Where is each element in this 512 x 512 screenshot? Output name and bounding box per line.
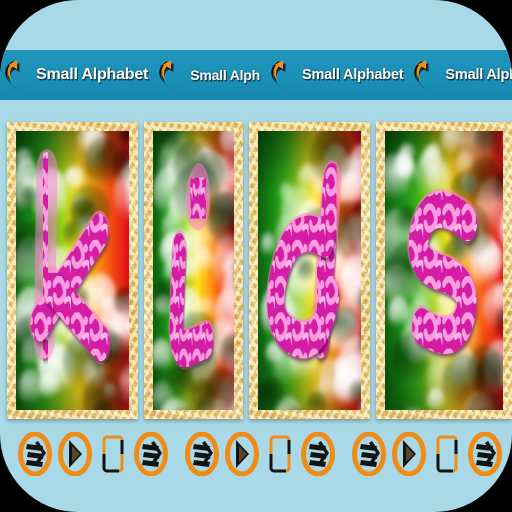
panel-image [152,131,234,410]
letter-panel-d[interactable] [249,122,371,419]
undo-arrow-icon[interactable] [411,58,437,92]
play-oval-icon[interactable] [225,431,259,477]
app-card: Small Alphabet Small Alph Small Alphabet… [0,0,512,512]
header-item-2[interactable]: Small Alphabet [266,50,409,100]
header-item-0[interactable]: Small Alphabet [0,50,154,100]
play-oval-icon[interactable] [58,431,92,477]
letter-panel-s[interactable] [376,122,512,419]
undo-arrow-icon[interactable] [268,58,294,92]
share-oval-icon[interactable] [301,431,335,477]
panel-image [257,131,362,410]
panel-image [16,131,129,410]
letter-panel-i[interactable] [144,122,243,419]
letter-panel-k[interactable] [7,122,138,419]
header-item-label: Small Alphabet [445,67,512,83]
device-frame-icon[interactable] [435,434,459,474]
bottom-toolbar [0,428,512,480]
header-item-label: Small Alphabet [36,66,149,83]
share-oval-icon[interactable] [185,431,219,477]
share-oval-icon[interactable] [134,431,168,477]
panel-image [385,131,504,410]
header-item-1[interactable]: Small Alph [154,50,266,100]
share-oval-icon[interactable] [352,431,386,477]
play-oval-icon[interactable] [392,431,426,477]
app-root: Small Alphabet Small Alph Small Alphabet… [0,0,512,512]
letter-gallery [0,122,512,419]
undo-arrow-icon[interactable] [2,58,28,92]
header-item-label: Small Alph [190,67,261,83]
header-bar: Small Alphabet Small Alph Small Alphabet… [0,50,512,100]
header-item-label: Small Alphabet [302,67,404,83]
undo-arrow-icon[interactable] [156,58,182,92]
header-item-3[interactable]: Small Alphabet [409,50,512,100]
share-oval-icon[interactable] [18,431,52,477]
device-frame-icon[interactable] [101,434,125,474]
device-frame-icon[interactable] [268,434,292,474]
share-oval-icon[interactable] [468,431,502,477]
